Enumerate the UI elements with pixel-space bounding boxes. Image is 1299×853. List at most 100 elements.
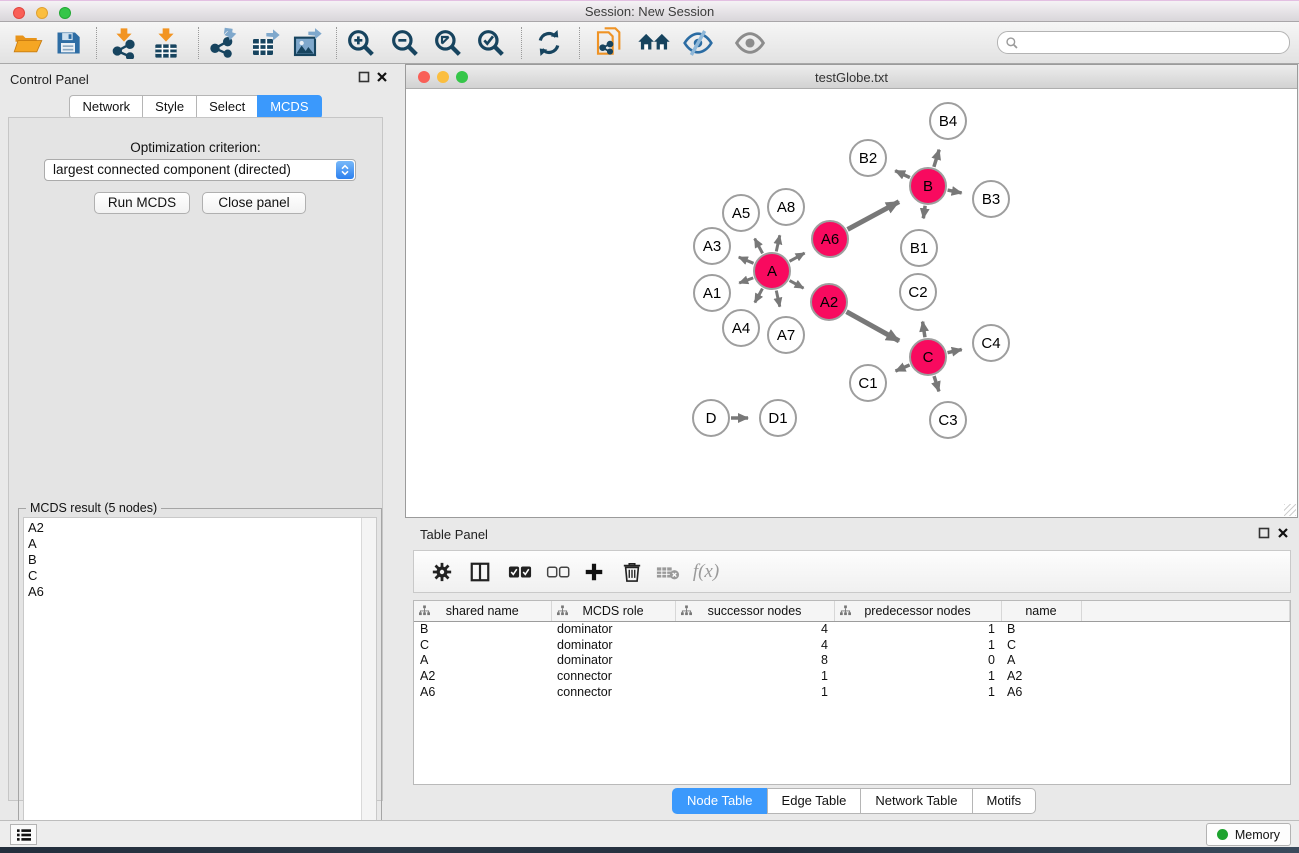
tab-style[interactable]: Style: [142, 95, 196, 119]
graph-node-D1[interactable]: D1: [759, 399, 797, 437]
graph-node-B1[interactable]: B1: [900, 229, 938, 267]
graph-node-C3[interactable]: C3: [929, 401, 967, 439]
graph-node-C4[interactable]: C4: [972, 324, 1010, 362]
close-panel-button[interactable]: Close panel: [202, 192, 306, 214]
mcds-result-item[interactable]: B: [28, 552, 358, 568]
graph-node-A7[interactable]: A7: [767, 316, 805, 354]
resize-grip[interactable]: [1284, 504, 1296, 516]
graph-node-A3[interactable]: A3: [693, 227, 731, 265]
column-header-name[interactable]: name: [1001, 601, 1081, 621]
tab-network-table[interactable]: Network Table: [860, 788, 971, 814]
graph-node-B[interactable]: B: [909, 167, 947, 205]
graph-edge-B-B3[interactable]: [948, 190, 962, 193]
mcds-result-list[interactable]: A2ABCA6: [23, 517, 377, 845]
zoom-fit-button[interactable]: [430, 26, 466, 60]
graph-edge-A-A2[interactable]: [790, 281, 804, 289]
graph-node-C[interactable]: C: [909, 338, 947, 376]
memory-button[interactable]: Memory: [1206, 823, 1291, 846]
table-row[interactable]: Cdominator41C: [414, 637, 1290, 653]
mcds-result-item[interactable]: A2: [28, 520, 358, 536]
tab-select[interactable]: Select: [196, 95, 257, 119]
graph-edge-C-C2[interactable]: [923, 322, 925, 338]
graph-node-A6[interactable]: A6: [811, 220, 849, 258]
function-builder-button[interactable]: f(x): [690, 556, 722, 588]
float-panel-icon[interactable]: [1258, 527, 1270, 539]
import-table-button[interactable]: [148, 26, 184, 60]
table-row[interactable]: A6connector11A6: [414, 684, 1290, 700]
export-image-button[interactable]: [289, 26, 325, 60]
graph-edge-A-A4[interactable]: [755, 289, 763, 303]
graph-node-C2[interactable]: C2: [899, 273, 937, 311]
graph-node-A8[interactable]: A8: [767, 188, 805, 226]
graph-node-A4[interactable]: A4: [722, 309, 760, 347]
zoom-in-button[interactable]: [343, 26, 379, 60]
network-window-titlebar[interactable]: testGlobe.txt: [406, 65, 1297, 89]
import-network-button[interactable]: [106, 26, 142, 60]
table-row[interactable]: A2connector11A2: [414, 668, 1290, 684]
search-input[interactable]: [1024, 36, 1289, 50]
create-column-button[interactable]: [578, 556, 610, 588]
table-row[interactable]: Bdominator41B: [414, 621, 1290, 637]
column-header-successor-nodes[interactable]: successor nodes: [675, 601, 834, 621]
network-canvas[interactable]: B4 B2 B B3 A8A5 A6 A3 B1 A A1 C2 A2 A4A7 C4 C C1 C3 D D1: [406, 89, 1297, 517]
export-network-button[interactable]: [205, 26, 241, 60]
delete-table-button[interactable]: [652, 556, 684, 588]
deselect-all-rows-button[interactable]: [542, 556, 574, 588]
first-neighbors-button[interactable]: [636, 26, 672, 60]
graph-edge-B-B1[interactable]: [923, 206, 925, 219]
graph-node-C1[interactable]: C1: [849, 364, 887, 402]
graph-edge-A-A5[interactable]: [755, 239, 763, 254]
graph-node-A[interactable]: A: [753, 252, 791, 290]
graph-edge-C-C1[interactable]: [896, 365, 910, 371]
graph-node-B4[interactable]: B4: [929, 102, 967, 140]
graph-edge-A-A7[interactable]: [776, 291, 780, 307]
list-scrollbar[interactable]: [361, 518, 376, 844]
hide-selected-button[interactable]: [680, 26, 716, 60]
graph-edge-C-C3[interactable]: [934, 376, 939, 391]
close-panel-icon[interactable]: [1277, 527, 1289, 539]
open-file-button[interactable]: [10, 26, 46, 60]
refresh-view-button[interactable]: [531, 26, 567, 60]
run-mcds-button[interactable]: Run MCDS: [94, 192, 190, 214]
task-history-button[interactable]: [10, 824, 37, 845]
table-settings-button[interactable]: [426, 556, 458, 588]
column-header-mcds-role[interactable]: MCDS role: [551, 601, 675, 621]
show-columns-button[interactable]: [464, 556, 496, 588]
mcds-result-item[interactable]: A6: [28, 584, 358, 600]
graph-node-B3[interactable]: B3: [972, 180, 1010, 218]
zoom-selected-button[interactable]: [473, 26, 509, 60]
tab-mcds[interactable]: MCDS: [257, 95, 321, 119]
tab-network[interactable]: Network: [69, 95, 142, 119]
new-network-button[interactable]: [592, 26, 628, 60]
graph-edge-A-A1[interactable]: [739, 278, 753, 283]
column-header-predecessor-nodes[interactable]: predecessor nodes: [834, 601, 1001, 621]
graph-edge-C-C4[interactable]: [948, 350, 962, 353]
graph-node-A5[interactable]: A5: [722, 194, 760, 232]
graph-node-A2[interactable]: A2: [810, 283, 848, 321]
tab-node-table[interactable]: Node Table: [672, 788, 767, 814]
mcds-result-item[interactable]: C: [28, 568, 358, 584]
graph-edge-B-B4[interactable]: [934, 150, 939, 167]
search-field[interactable]: [997, 31, 1290, 54]
graph-edge-A6-B[interactable]: [848, 202, 899, 230]
zoom-out-button[interactable]: [387, 26, 423, 60]
graph-node-A1[interactable]: A1: [693, 274, 731, 312]
column-header-shared-name[interactable]: shared name: [414, 601, 551, 621]
graph-edge-B-B2[interactable]: [895, 171, 910, 178]
graph-edge-A-A3[interactable]: [739, 257, 754, 263]
optimization-criterion-select[interactable]: largest connected component (directed): [44, 159, 356, 181]
select-all-rows-button[interactable]: [504, 556, 536, 588]
export-table-button[interactable]: [247, 26, 283, 60]
tab-motifs[interactable]: Motifs: [972, 788, 1037, 814]
close-panel-icon[interactable]: [376, 71, 388, 83]
graph-edge-A-A6[interactable]: [790, 253, 805, 261]
table-row[interactable]: Adominator80A: [414, 652, 1290, 668]
tab-edge-table[interactable]: Edge Table: [767, 788, 861, 814]
save-session-button[interactable]: [50, 26, 86, 60]
graph-edge-A-A8[interactable]: [776, 235, 780, 251]
graph-node-B2[interactable]: B2: [849, 139, 887, 177]
show-all-button[interactable]: [732, 26, 768, 60]
float-panel-icon[interactable]: [358, 71, 370, 83]
graph-node-D[interactable]: D: [692, 399, 730, 437]
delete-column-button[interactable]: [616, 556, 648, 588]
